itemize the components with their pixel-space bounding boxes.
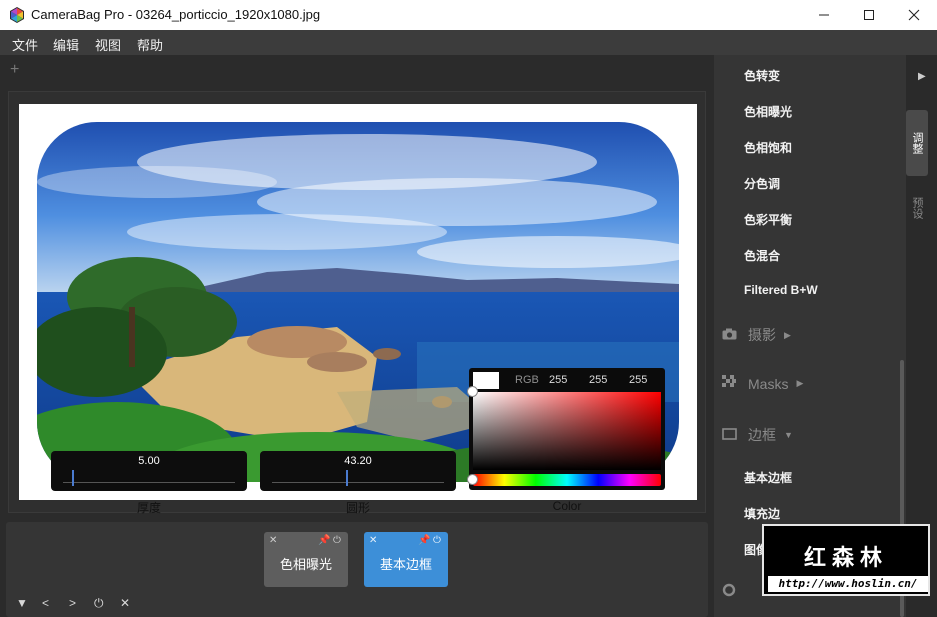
tab-label: 预设	[911, 197, 923, 219]
minimize-button[interactable]	[801, 0, 847, 30]
power-icon[interactable]: ⏻	[433, 535, 441, 546]
play-arrow-icon[interactable]: ▶	[918, 71, 926, 82]
color-mode-label: RGB	[515, 374, 539, 386]
remove-layer-icon[interactable]: ✕	[369, 535, 377, 546]
color-label: Color	[552, 499, 582, 513]
category-label: 摄影	[748, 327, 776, 343]
maximize-icon	[864, 10, 874, 20]
expand-arrow-icon: ▶	[796, 378, 804, 388]
thickness-track	[63, 482, 235, 483]
canvas-frame: 5.00 厚度 43.20 圆形 RGB 255 255 255 Color	[8, 91, 706, 515]
category-masks[interactable]: Masks ▶	[722, 375, 803, 392]
layer-label: 色相曝光	[279, 557, 332, 572]
thickness-label: 厚度	[136, 501, 161, 515]
collapse-panel-icon[interactable]: ▼	[16, 596, 28, 610]
previous-icon[interactable]: <	[42, 596, 49, 610]
maximize-button[interactable]	[846, 0, 892, 30]
image-canvas[interactable]: 5.00 厚度 43.20 圆形 RGB 255 255 255 Color	[19, 104, 697, 515]
camerabag-app-icon	[10, 7, 24, 23]
pin-icon[interactable]: 📌	[418, 535, 430, 546]
next-icon[interactable]: >	[69, 596, 76, 610]
menu-file[interactable]: 文件	[12, 35, 38, 54]
tab-adjustments[interactable]: 调整	[906, 110, 928, 176]
category-borders[interactable]: 边框 ▼	[722, 425, 793, 445]
category-label: Masks	[748, 375, 789, 392]
close-button[interactable]	[891, 0, 937, 30]
border-item[interactable]: 基本边框	[744, 469, 792, 486]
menu-view[interactable]: 视图	[95, 35, 121, 54]
roundness-value: 43.20	[344, 455, 372, 467]
power-toggle-icon[interactable]: ⏻	[94, 596, 104, 611]
layer-tile-hue-exposure[interactable]: ✕ 📌 ⏻ 色相曝光	[264, 532, 348, 587]
thickness-slider[interactable]: 5.00	[51, 451, 247, 491]
watermark: 红森林 http://www.hoslin.cn/	[762, 524, 930, 596]
blue-value[interactable]: 255	[629, 374, 647, 386]
watermark-url: http://www.hoslin.cn/	[768, 576, 928, 592]
layer-panel: ✕ 📌 ⏻ 色相曝光 ✕ 📌 ⏻ 基本边框	[6, 522, 708, 617]
color-swatch	[473, 372, 499, 389]
green-value[interactable]: 255	[589, 374, 607, 386]
layer-tile-basic-frame[interactable]: ✕ 📌 ⏻ 基本边框	[364, 532, 448, 587]
roundness-track	[272, 482, 444, 483]
tab-label: 调整	[911, 132, 923, 154]
frame-icon	[722, 427, 738, 443]
thickness-value: 5.00	[138, 455, 160, 467]
camera-icon	[722, 328, 738, 343]
expand-arrow-icon: ▶	[784, 329, 791, 340]
hue-handle[interactable]	[467, 474, 478, 485]
power-icon[interactable]: ⏻	[333, 535, 341, 546]
close-icon	[908, 9, 920, 21]
color-picker[interactable]: RGB 255 255 255	[467, 368, 665, 490]
adjust-item[interactable]: 色彩平衡	[744, 211, 792, 228]
hue-bar[interactable]	[473, 474, 661, 486]
roundness-label: 圆形	[345, 501, 370, 515]
adjust-item[interactable]: 分色调	[744, 175, 780, 192]
category-photography[interactable]: 摄影 ▶	[722, 325, 791, 345]
checker-icon	[722, 375, 738, 392]
adjust-item[interactable]: 色混合	[744, 247, 780, 264]
add-tab-button[interactable]: +	[10, 61, 19, 79]
pin-icon[interactable]: 📌	[318, 535, 330, 546]
title-bar: CameraBag Pro - 03264_porticcio_1920x108…	[0, 0, 937, 30]
collapse-arrow-icon: ▼	[784, 430, 793, 440]
adjust-item[interactable]: 色相饱和	[744, 139, 792, 156]
adjust-item[interactable]: 色转变	[744, 67, 780, 84]
border-item[interactable]: 填充边	[744, 505, 780, 522]
clear-icon[interactable]: ✕	[120, 596, 130, 610]
adjust-item[interactable]: Filtered B+W	[744, 283, 818, 297]
bottom-category-icon[interactable]	[722, 583, 748, 600]
roundness-slider[interactable]: 43.20	[260, 451, 456, 491]
watermark-brand: 红森林	[803, 545, 888, 570]
menu-edit[interactable]: 编辑	[53, 35, 79, 54]
menu-help[interactable]: 帮助	[137, 35, 163, 54]
sv-handle[interactable]	[467, 386, 478, 397]
saturation-value-field[interactable]	[473, 392, 661, 470]
main-pane: + 5.00 厚度 43.20 圆形 RGB 255 255 255 Color…	[0, 55, 714, 617]
window-title: CameraBag Pro - 03264_porticcio_1920x108…	[31, 7, 321, 22]
thickness-thumb[interactable]	[72, 470, 74, 486]
tab-presets[interactable]: 预设	[906, 175, 928, 241]
red-value[interactable]: 255	[549, 374, 567, 386]
layer-label: 基本边框	[379, 557, 432, 572]
category-label: 边框	[748, 427, 776, 443]
menu-bar: 文件 编辑 视图 帮助	[0, 30, 937, 55]
gear-icon	[722, 583, 738, 600]
remove-layer-icon[interactable]: ✕	[269, 535, 277, 546]
adjust-item[interactable]: 色相曝光	[744, 103, 792, 120]
minimize-icon	[819, 14, 829, 16]
roundness-thumb[interactable]	[346, 470, 348, 486]
